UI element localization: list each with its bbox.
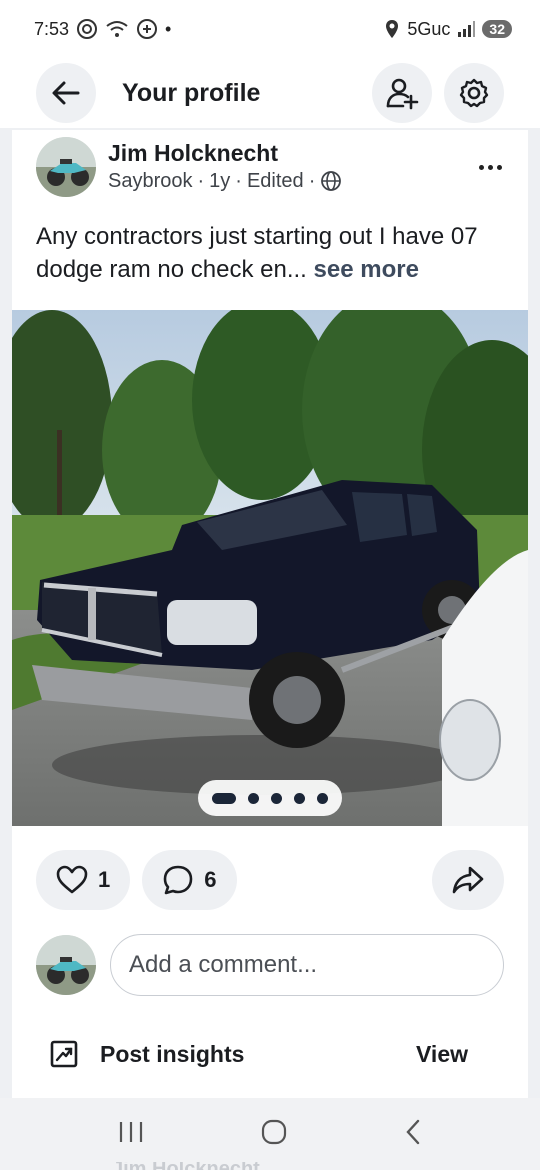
recent-apps-icon[interactable]: [117, 1120, 145, 1149]
carousel-dot: [317, 792, 328, 804]
location-icon: [384, 19, 400, 39]
app-header: Your profile: [0, 58, 540, 128]
carousel-dot: [271, 792, 282, 804]
add-user-icon: [386, 78, 419, 110]
carousel-dot-active: [212, 792, 236, 804]
insights-label: Post insights: [100, 1040, 245, 1067]
post-card: Jim Holcknecht Saybrook · 1y · Edited · …: [12, 130, 528, 1098]
truck-photo: [12, 310, 528, 826]
back-button[interactable]: [36, 63, 96, 123]
post-meta: Jim Holcknecht Saybrook · 1y · Edited ·: [108, 139, 470, 195]
status-left: 7:53 •: [34, 18, 171, 40]
app-icon: [136, 18, 158, 40]
more-options-button[interactable]: [470, 147, 510, 187]
status-bar: 7:53 • 5Guc 32: [0, 0, 540, 58]
comment-input[interactable]: [110, 934, 504, 996]
share-icon: [452, 866, 484, 894]
carousel-indicator[interactable]: [198, 780, 342, 816]
comment-button[interactable]: 6: [142, 850, 237, 910]
post-age: 1y: [209, 170, 231, 192]
post-header: Jim Holcknecht Saybrook · 1y · Edited ·: [36, 136, 510, 198]
settings-button[interactable]: [444, 63, 504, 123]
post-location: Saybrook: [108, 170, 193, 192]
comment-icon: [163, 865, 193, 895]
battery-badge: 32: [482, 20, 512, 38]
status-time: 7:53: [34, 18, 70, 39]
header-actions: [372, 63, 504, 123]
like-button[interactable]: 1: [36, 850, 131, 910]
post-insights-row[interactable]: Post insights View: [50, 1034, 468, 1074]
globe-icon: [321, 171, 342, 191]
meta-separator: ·: [197, 170, 205, 192]
author-name[interactable]: Jim Holcknecht: [108, 139, 470, 167]
gear-icon: [459, 78, 489, 108]
like-count: 1: [98, 867, 111, 892]
add-friend-button[interactable]: [372, 63, 432, 123]
post-photo[interactable]: [12, 310, 528, 826]
dot-icon: [487, 164, 493, 170]
see-more-link[interactable]: see more: [314, 256, 419, 283]
view-insights-link[interactable]: View: [416, 1041, 468, 1068]
author-avatar[interactable]: [36, 137, 96, 197]
network-label: 5Guc: [407, 18, 451, 39]
dot-icon: [496, 164, 502, 170]
carousel-dot: [294, 792, 305, 804]
page-title: Your profile: [122, 78, 261, 107]
mail-icon: [76, 18, 98, 40]
meta-separator: ·: [308, 170, 316, 192]
system-nav-bar: Jim Holcknecht: [0, 1098, 540, 1170]
post-body: Any contractors just starting out I have…: [36, 220, 508, 286]
home-icon[interactable]: [260, 1118, 288, 1151]
post-meta-line: Saybrook · 1y · Edited ·: [108, 167, 470, 195]
post-edited: Edited: [246, 170, 304, 192]
trending-chart-icon: [50, 1040, 78, 1068]
arrow-left-icon: [52, 81, 80, 105]
post-actions: 1 6: [36, 850, 504, 910]
meta-separator: ·: [235, 170, 242, 192]
signal-icon: [457, 21, 476, 37]
next-post-author-peek: Jim Holcknecht: [112, 1162, 260, 1170]
status-right: 5Guc 32: [384, 19, 512, 40]
comment-composer: [36, 934, 504, 996]
share-button[interactable]: [432, 850, 504, 910]
carousel-dot: [248, 792, 259, 804]
heart-icon: [56, 865, 88, 894]
comment-count: 6: [204, 867, 217, 892]
status-dot: •: [165, 18, 172, 39]
dot-icon: [478, 164, 484, 170]
back-nav-icon[interactable]: [403, 1118, 423, 1151]
user-avatar[interactable]: [36, 935, 96, 995]
wifi-calling-icon: [105, 18, 129, 40]
